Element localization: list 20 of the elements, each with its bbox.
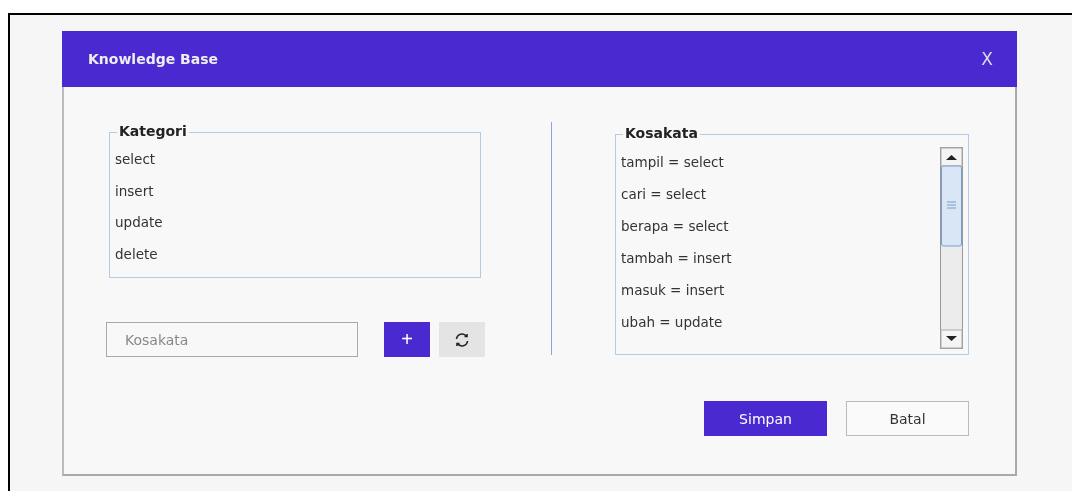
list-item[interactable]: insert — [115, 175, 475, 207]
group-legend: Kosakata — [623, 125, 700, 141]
refresh-icon — [454, 331, 470, 348]
refresh-button[interactable] — [439, 322, 485, 357]
add-button[interactable]: + — [384, 322, 430, 357]
list-item[interactable]: ubah = update — [621, 306, 732, 338]
input-field[interactable]: Kosakata — [106, 322, 358, 357]
save-button[interactable]: Simpan — [704, 401, 827, 436]
list-item[interactable]: delete — [115, 238, 475, 270]
list-item[interactable]: tampil = select — [621, 146, 732, 178]
list-item[interactable]: masuk = insert — [621, 274, 732, 306]
group-legend: Kategori — [117, 123, 189, 139]
list-item[interactable]: tambah = insert — [621, 242, 732, 274]
window-title: Knowledge Base — [88, 51, 219, 67]
list-item[interactable]: update — [115, 207, 475, 239]
list-item[interactable]: select — [115, 144, 475, 176]
close-button[interactable]: X — [977, 49, 997, 69]
cancel-button[interactable]: Batal — [846, 401, 969, 436]
list-item[interactable]: berapa = select — [621, 210, 732, 242]
list-item[interactable]: cari = select — [621, 178, 732, 210]
